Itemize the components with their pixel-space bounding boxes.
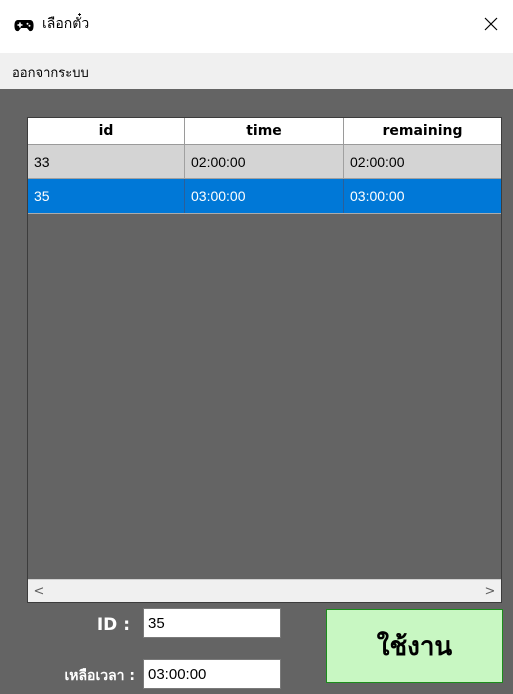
id-field[interactable]: [143, 608, 281, 638]
column-header-id[interactable]: id: [28, 118, 185, 145]
grid-empty-area: [28, 214, 501, 580]
use-button[interactable]: ใช้งาน: [326, 609, 503, 683]
close-button[interactable]: [469, 4, 513, 48]
table-row-selected[interactable]: 35 03:00:00 03:00:00: [28, 179, 501, 213]
title-bar: เลือกตั๋ว: [0, 0, 513, 53]
main-panel: id time remaining 33 02:00:00 02:00:00 3…: [0, 89, 513, 694]
remaining-time-field[interactable]: [143, 659, 281, 689]
cell-time: 02:00:00: [185, 145, 344, 179]
id-label: ID :: [96, 615, 130, 635]
scroll-right-icon[interactable]: >: [479, 580, 501, 602]
cell-time: 03:00:00: [185, 179, 344, 213]
window-title: เลือกตั๋ว: [42, 16, 90, 32]
cell-id: 33: [28, 145, 185, 179]
close-icon: [483, 16, 499, 36]
cell-id: 35: [28, 179, 185, 213]
horizontal-scrollbar[interactable]: < >: [28, 579, 501, 602]
menu-item-logout[interactable]: ออกจากระบบ: [12, 62, 89, 83]
cell-remaining: 02:00:00: [344, 145, 501, 179]
column-header-time[interactable]: time: [185, 118, 344, 145]
menu-bar: ออกจากระบบ: [0, 53, 513, 89]
cell-remaining: 03:00:00: [344, 179, 501, 213]
scroll-thumb[interactable]: [52, 583, 252, 598]
table-row[interactable]: 33 02:00:00 02:00:00: [28, 145, 501, 179]
scroll-left-icon[interactable]: <: [28, 580, 50, 602]
gamepad-icon: [14, 18, 34, 32]
ticket-grid[interactable]: id time remaining 33 02:00:00 02:00:00 3…: [27, 117, 502, 603]
column-header-remaining[interactable]: remaining: [344, 118, 501, 145]
remaining-time-label: เหลือเวลา :: [64, 668, 135, 684]
